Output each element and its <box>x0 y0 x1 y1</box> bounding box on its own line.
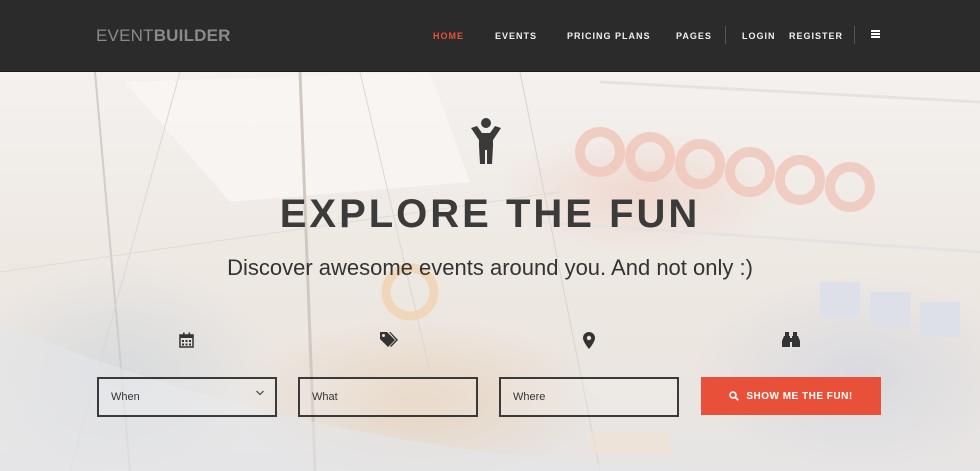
nav-home[interactable]: HOME <box>433 31 464 41</box>
nav-register[interactable]: REGISTER <box>789 31 843 41</box>
person-icon <box>471 118 501 164</box>
nav-divider <box>854 26 855 44</box>
hero-subtitle: Discover awesome events around you. And … <box>227 255 753 280</box>
logo-part-builder: BUILDER <box>153 26 231 45</box>
when-field[interactable] <box>97 377 277 417</box>
site-logo[interactable]: EVENTBUILDER <box>96 26 231 46</box>
binoculars-icon <box>782 332 800 347</box>
logo-part-event: EVENT <box>96 26 154 45</box>
calendar-icon <box>179 332 194 348</box>
nav-divider <box>725 26 726 44</box>
nav-events[interactable]: EVENTS <box>495 31 537 41</box>
top-navbar: EVENTBUILDER HOME EVENTS PRICING PLANS P… <box>0 0 980 72</box>
nav-pages[interactable]: PAGES <box>676 31 712 41</box>
hero-title: EXPLORE THE FUN <box>279 192 701 236</box>
what-field[interactable] <box>298 377 478 417</box>
map-marker-icon <box>583 332 595 349</box>
search-icon <box>729 391 740 401</box>
where-field[interactable] <box>499 377 679 417</box>
hamburger-menu-icon[interactable] <box>871 30 880 38</box>
show-me-the-fun-button[interactable]: SHOW ME THE FUN! <box>701 377 881 415</box>
nav-login[interactable]: LOGIN <box>742 31 776 41</box>
chevron-down-icon[interactable] <box>256 390 264 396</box>
tags-icon <box>380 332 398 347</box>
submit-label: SHOW ME THE FUN! <box>746 390 853 402</box>
nav-pricing-plans[interactable]: PRICING PLANS <box>567 31 651 41</box>
